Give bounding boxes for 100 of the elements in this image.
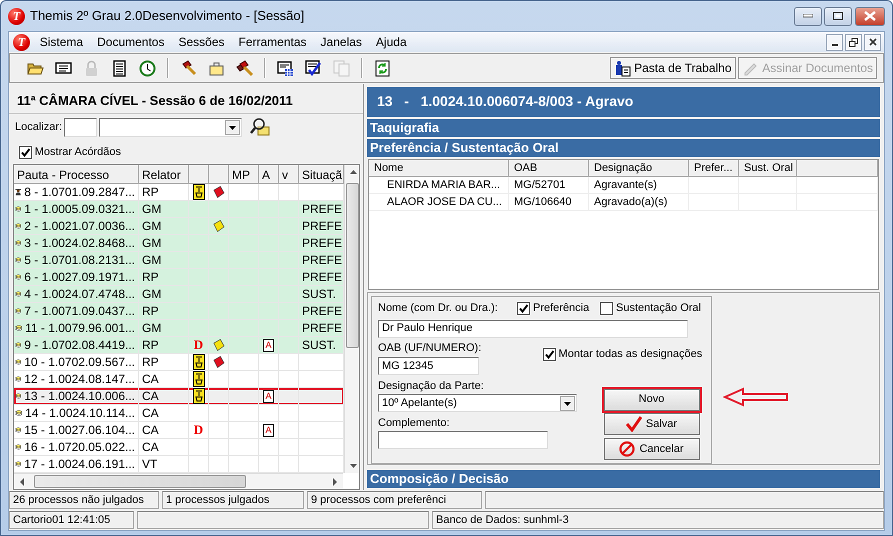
process-number: 6 - 1.0027.09.1971... [24, 269, 135, 285]
table-cell [279, 405, 299, 422]
search-dropdown[interactable] [99, 118, 242, 136]
column-header[interactable]: A [259, 165, 279, 184]
checkbox[interactable] [19, 146, 32, 158]
section-header[interactable]: Composição / Decisão [367, 470, 880, 488]
column-header[interactable]: MP [229, 165, 259, 184]
menu-item[interactable]: Janelas [314, 33, 369, 51]
gavel-icon[interactable] [236, 60, 253, 76]
dropdown-field[interactable]: 10º Apelante(s) [378, 394, 577, 412]
process-number: 8 - 1.0701.09.2847... [24, 184, 135, 200]
menu-item[interactable]: Ferramentas [232, 33, 314, 51]
briefcase-icon[interactable] [208, 60, 225, 76]
table-row[interactable]: 3 - 1.0024.02.8468... GM PREFE [14, 235, 344, 252]
process-number: 15 - 1.0027.06.104... [24, 422, 135, 438]
table-row[interactable]: 7 - 1.0071.09.0437... RP PREFE [14, 303, 344, 320]
app-logo: T [8, 8, 25, 24]
search-icon[interactable] [250, 117, 270, 137]
search-label: Localizar: [15, 120, 62, 135]
text-field[interactable]: MG 12345 [378, 356, 479, 375]
process-number: 3 - 1.0024.02.8468... [24, 235, 135, 251]
table-row[interactable]: 5 - 1.0701.08.2131... GM PREFE [14, 252, 344, 269]
table-row[interactable]: 9 - 1.0702.08.4419... RP D A SUST. [14, 337, 344, 354]
checkbox-label: Montar todas as designações [558, 346, 702, 362]
checklist-icon[interactable] [305, 60, 322, 76]
table-cell: CA [139, 439, 189, 456]
process-number: 5 - 1.0701.08.2131... [24, 252, 135, 268]
table-row[interactable]: 4 - 1.0024.07.4748... GM SUST. [14, 286, 344, 303]
table-cell: D [194, 337, 204, 353]
table-row[interactable]: 14 - 1.0024.10.114... CA [14, 405, 344, 422]
process-number: 13 - 1.0024.10.006... [24, 388, 135, 404]
table-cell: ALAOR JOSE DA CU... [369, 194, 509, 211]
table-cell: D [194, 422, 204, 438]
table-row[interactable]: 10 - 1.0702.09.567... RP [14, 354, 344, 371]
table-row[interactable]: 11 - 1.0079.96.001... GM PREFE [14, 320, 344, 337]
table-row[interactable]: 6 - 1.0027.09.1971... RP PREFE [14, 269, 344, 286]
table-row[interactable]: 13 - 1.0024.10.006... CA A [14, 388, 344, 405]
document-icon[interactable] [111, 60, 128, 76]
table-cell: ENIRDA MARIA BAR... [369, 176, 509, 194]
column-header[interactable]: OAB [509, 160, 589, 177]
person-document-icon [614, 60, 632, 76]
table-cell [279, 354, 299, 371]
section-header[interactable]: Preferência / Sustentação Oral [367, 138, 880, 157]
close-button[interactable] [864, 34, 882, 50]
process-number: 2 - 1.0021.07.0036... [24, 218, 135, 234]
table-row[interactable]: 15 - 1.0027.06.104... CA D A [14, 422, 344, 439]
table-cell: CA [139, 405, 189, 422]
card-icon[interactable] [55, 60, 72, 76]
text-field[interactable] [378, 431, 548, 450]
checkbox[interactable] [517, 302, 530, 316]
minimize-button[interactable] [794, 6, 822, 26]
table-cell: CA [139, 422, 189, 439]
calculator-icon[interactable] [277, 60, 294, 76]
scrollbar[interactable] [14, 473, 343, 489]
process-number: 14 - 1.0024.10.114... [25, 405, 135, 421]
menu-item[interactable]: Sistema [32, 33, 90, 51]
checkbox[interactable] [600, 302, 614, 316]
process-number: 1 - 1.0005.09.0321... [24, 201, 135, 217]
table-cell: MG/52701 [509, 176, 589, 194]
column-header[interactable]: Relator [139, 165, 189, 184]
restore-button[interactable] [845, 34, 862, 50]
field-label: Complemento: [378, 416, 451, 431]
close-button[interactable] [855, 6, 885, 26]
column-header[interactable]: Nome [369, 160, 509, 177]
workbook-button[interactable]: Pasta de Trabalho [610, 57, 736, 79]
column-header[interactable]: Prefer... [689, 160, 739, 177]
refresh-icon[interactable] [374, 60, 391, 76]
table-cell [259, 439, 279, 456]
table-cell: MG/106640 [509, 194, 589, 211]
menu-item[interactable]: Documentos [90, 33, 172, 51]
process-number: 17 - 1.0024.06.191... [24, 456, 135, 472]
cancel-button[interactable]: Cancelar [604, 438, 700, 460]
maximize-button[interactable] [824, 6, 852, 26]
table-row[interactable]: 2 - 1.0021.07.0036... GM PREFE [14, 218, 344, 235]
prohibited-icon [619, 441, 636, 458]
table-row[interactable]: 16 - 1.0720.05.022... CA [14, 439, 344, 456]
text-field[interactable]: Dr Paulo Henrique [378, 320, 688, 338]
table-row[interactable]: 1 - 1.0005.09.0321... GM PREFE [14, 201, 344, 218]
column-header[interactable]: v [279, 165, 299, 184]
gavel-icon[interactable] [180, 60, 197, 76]
section-header[interactable]: Taquigrafia [367, 118, 880, 137]
document-icon [192, 371, 204, 387]
table-cell [229, 337, 259, 354]
table-cell [209, 439, 229, 456]
menu-item[interactable]: Sessões [171, 33, 232, 51]
scrollbar[interactable] [344, 165, 359, 473]
column-header[interactable]: Pauta - Processo [14, 165, 139, 184]
table-cell [259, 405, 279, 422]
process-number: 16 - 1.0720.05.022... [24, 439, 135, 455]
column-header[interactable]: Designação [589, 160, 689, 177]
clock-icon[interactable] [139, 60, 156, 76]
close-icon [864, 11, 876, 21]
column-header[interactable]: Sust. Oral [739, 160, 797, 177]
menu-item[interactable]: Ajuda [368, 33, 414, 51]
new-button[interactable]: Novo [604, 388, 700, 411]
minimize-button[interactable] [826, 34, 844, 50]
checkbox[interactable] [542, 348, 556, 361]
save-button[interactable]: Salvar [604, 413, 700, 436]
field-label: Designação da Parte: [378, 378, 485, 394]
search-field[interactable] [64, 118, 98, 136]
